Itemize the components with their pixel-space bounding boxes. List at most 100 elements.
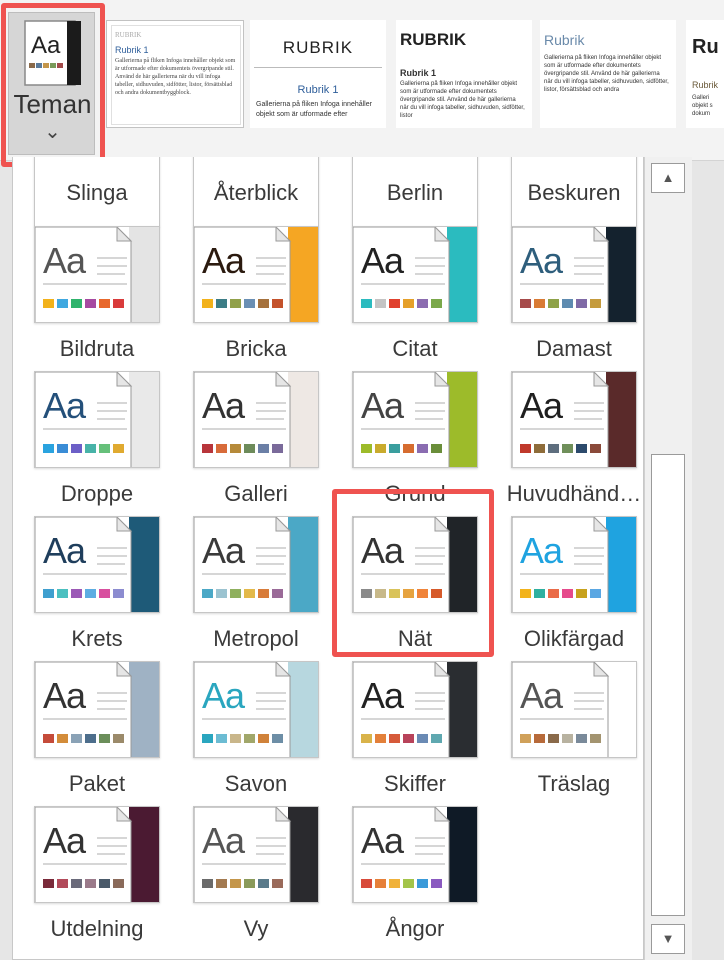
text-line	[415, 257, 445, 259]
theme-item[interactable]: Aa Utdelning	[22, 806, 172, 946]
theme-label: Droppe	[60, 481, 134, 506]
color-swatch	[375, 299, 386, 308]
style-set-thumb[interactable]: RUBRIK Rubrik 1 Gallerierna på fliken In…	[396, 20, 532, 128]
theme-thumbnail: Aa	[34, 371, 160, 468]
style-set-thumb[interactable]: Ru Rubrik Galleri objekt s dokum	[686, 20, 724, 128]
color-swatch	[403, 299, 414, 308]
style-set-thumb[interactable]: RUBRIK Rubrik 1 Gallerierna på fliken In…	[250, 20, 386, 128]
text-line	[97, 555, 127, 557]
theme-item[interactable]: Aa Nät	[340, 516, 490, 656]
color-swatch	[244, 444, 255, 453]
theme-label: Paket	[68, 771, 126, 796]
color-swatch	[520, 589, 531, 598]
theme-font-sample: Aa	[361, 385, 404, 426]
color-swatch	[361, 299, 372, 308]
style-subheading: Rubrik 1	[115, 45, 149, 55]
style-heading: Rubrik	[544, 32, 585, 48]
theme-label: Galleri	[224, 481, 288, 506]
theme-font-sample: Aa	[361, 820, 404, 861]
color-swatch	[43, 589, 54, 598]
color-swatch	[403, 589, 414, 598]
gallery-scrollbar[interactable]: ▲ ▼	[644, 157, 692, 960]
themes-gallery: Slinga Återblick Berlin Beskuren Aa Bildruta A…	[12, 157, 644, 960]
color-swatch	[576, 589, 587, 598]
theme-item[interactable]: Aa Bricka	[181, 226, 331, 366]
scroll-thumb[interactable]	[651, 454, 685, 916]
scroll-up-button[interactable]: ▲	[651, 163, 685, 193]
color-swatch	[361, 734, 372, 743]
text-line	[256, 410, 286, 412]
theme-thumbnail: Aa	[352, 806, 478, 903]
text-line	[256, 708, 284, 710]
theme-item[interactable]: Aa Galleri	[181, 371, 331, 511]
color-swatch	[417, 299, 428, 308]
theme-item[interactable]: Aa Ångor	[340, 806, 490, 946]
style-body: Galleri objekt s dokum	[692, 95, 713, 117]
theme-item[interactable]: Aa Droppe	[22, 371, 172, 511]
text-line	[520, 573, 604, 575]
style-set-thumb[interactable]: Rubrik Gallerierna på fliken Infoga inne…	[540, 20, 676, 128]
color-swatch	[258, 879, 269, 888]
text-line	[415, 273, 443, 275]
text-line	[361, 718, 445, 720]
color-swatch	[389, 444, 400, 453]
text-line	[256, 265, 286, 267]
style-body: Gallerierna på fliken Infoga innehåller …	[544, 55, 669, 93]
theme-font-sample: Aa	[202, 820, 245, 861]
theme-thumbnail: Aa	[193, 226, 319, 323]
color-swatch	[272, 444, 283, 453]
theme-item[interactable]: Aa Krets	[22, 516, 172, 656]
text-line	[415, 265, 445, 267]
color-swatch	[520, 734, 531, 743]
text-line	[97, 410, 127, 412]
text-line	[415, 418, 443, 420]
text-line	[415, 708, 443, 710]
color-swatch	[389, 589, 400, 598]
theme-font-sample: Aa	[361, 240, 404, 281]
color-swatch	[417, 734, 428, 743]
color-swatch	[375, 589, 386, 598]
text-line	[574, 555, 604, 557]
color-swatch	[590, 299, 601, 308]
text-line	[574, 692, 604, 694]
text-line	[415, 837, 445, 839]
color-swatch	[389, 734, 400, 743]
theme-item[interactable]: Aa Grund	[340, 371, 490, 511]
theme-item[interactable]: Aa Vy	[181, 806, 331, 946]
themes-button[interactable]: Aa Teman ⌄	[8, 12, 95, 155]
style-body: Gallerierna på fliken Infoga innehåller …	[115, 58, 236, 96]
theme-item[interactable]: Aa Huvudhänd…	[499, 371, 643, 511]
color-swatch	[272, 589, 283, 598]
theme-item[interactable]: Aa Olikfärgad	[499, 516, 643, 656]
color-swatch	[548, 589, 559, 598]
theme-item[interactable]: Aa Metropol	[181, 516, 331, 656]
theme-label: Nät	[397, 626, 433, 651]
theme-font-sample: Aa	[43, 675, 86, 716]
theme-thumbnail: Aa	[34, 226, 160, 323]
theme-item[interactable]: Aa Citat	[340, 226, 490, 366]
color-swatch	[230, 879, 241, 888]
theme-item[interactable]: Aa Träslag	[499, 661, 643, 801]
color-swatch	[85, 589, 96, 598]
color-swatch	[258, 299, 269, 308]
color-swatch	[431, 299, 442, 308]
color-swatch	[272, 299, 283, 308]
scroll-down-button[interactable]: ▼	[651, 924, 685, 954]
color-swatch	[576, 734, 587, 743]
text-line	[256, 700, 286, 702]
color-swatch	[534, 299, 545, 308]
theme-item[interactable]: Aa Skiffer	[340, 661, 490, 801]
style-body: Gallerierna på fliken Infoga innehåller …	[256, 101, 372, 118]
theme-item[interactable]: Aa Bildruta	[22, 226, 172, 366]
color-swatch	[99, 734, 110, 743]
style-set-thumb[interactable]: RUBRIK Rubrik 1 Gallerierna på fliken In…	[106, 20, 244, 128]
theme-item[interactable]: Aa Paket	[22, 661, 172, 801]
color-swatch	[113, 879, 124, 888]
text-line	[97, 273, 125, 275]
theme-item[interactable]: Aa Damast	[499, 226, 643, 366]
color-swatch	[113, 299, 124, 308]
theme-item[interactable]: Aa Savon	[181, 661, 331, 801]
color-swatch	[403, 879, 414, 888]
text-line	[574, 273, 602, 275]
color-swatch	[43, 879, 54, 888]
